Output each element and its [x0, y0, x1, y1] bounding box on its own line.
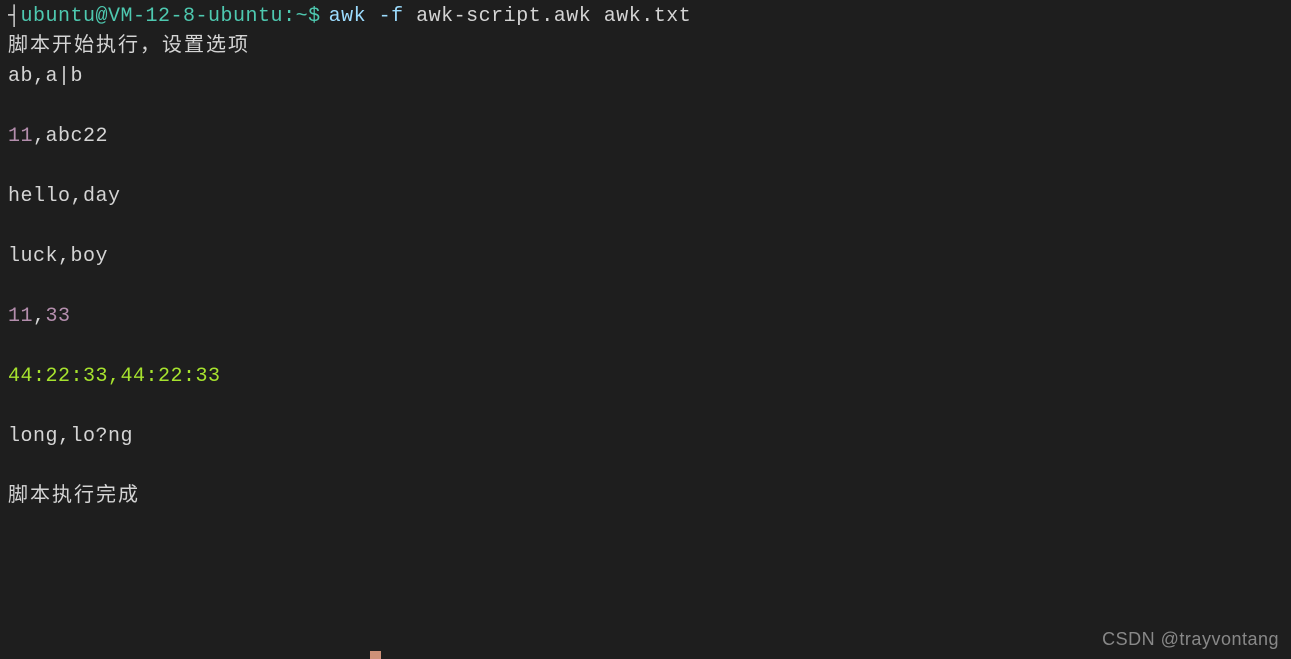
empty-line: [8, 392, 1283, 422]
command: awk -f awk-script.awk awk.txt: [329, 2, 692, 32]
output-num: 11: [8, 305, 33, 328]
output-line-5: luck,boy: [8, 242, 1283, 272]
empty-line: [8, 212, 1283, 242]
command-awk: awk: [329, 5, 367, 28]
prompt-path: ~: [296, 2, 309, 32]
output-num: 11: [8, 125, 33, 148]
output-line-1: 脚本开始执行，设置选项: [8, 32, 1283, 62]
empty-line: [8, 92, 1283, 122]
watermark: CSDN @trayvontang: [1102, 626, 1279, 653]
output-line-8: long,lo?ng: [8, 422, 1283, 452]
empty-line: [8, 332, 1283, 362]
empty-line: [8, 152, 1283, 182]
output-line-2: ab,a|b: [8, 62, 1283, 92]
prompt-bracket: ┤: [8, 2, 21, 32]
prompt-line: ┤ ubuntu@VM-12-8-ubuntu : ~ $ awk -f awk…: [8, 2, 1283, 32]
output-text: ,abc22: [33, 125, 108, 148]
output-num: 33: [46, 305, 71, 328]
empty-line: [8, 452, 1283, 482]
cursor-indicator: [370, 651, 381, 659]
empty-line: [8, 272, 1283, 302]
command-flag: -f: [379, 5, 404, 28]
output-line-4: hello,day: [8, 182, 1283, 212]
command-script: awk-script.awk: [416, 5, 591, 28]
output-line-6: 11,33: [8, 302, 1283, 332]
bottom-bar: [0, 651, 1291, 659]
terminal-output[interactable]: ┤ ubuntu@VM-12-8-ubuntu : ~ $ awk -f awk…: [0, 0, 1291, 514]
prompt-colon: :: [283, 2, 296, 32]
output-line-9: 脚本执行完成: [8, 482, 1283, 512]
output-line-7: 44:22:33,44:22:33: [8, 362, 1283, 392]
prompt-user-host: ubuntu@VM-12-8-ubuntu: [21, 2, 284, 32]
output-line-3: 11,abc22: [8, 122, 1283, 152]
prompt-dollar: $: [308, 2, 321, 32]
command-file: awk.txt: [604, 5, 692, 28]
output-comma: ,: [33, 305, 46, 328]
